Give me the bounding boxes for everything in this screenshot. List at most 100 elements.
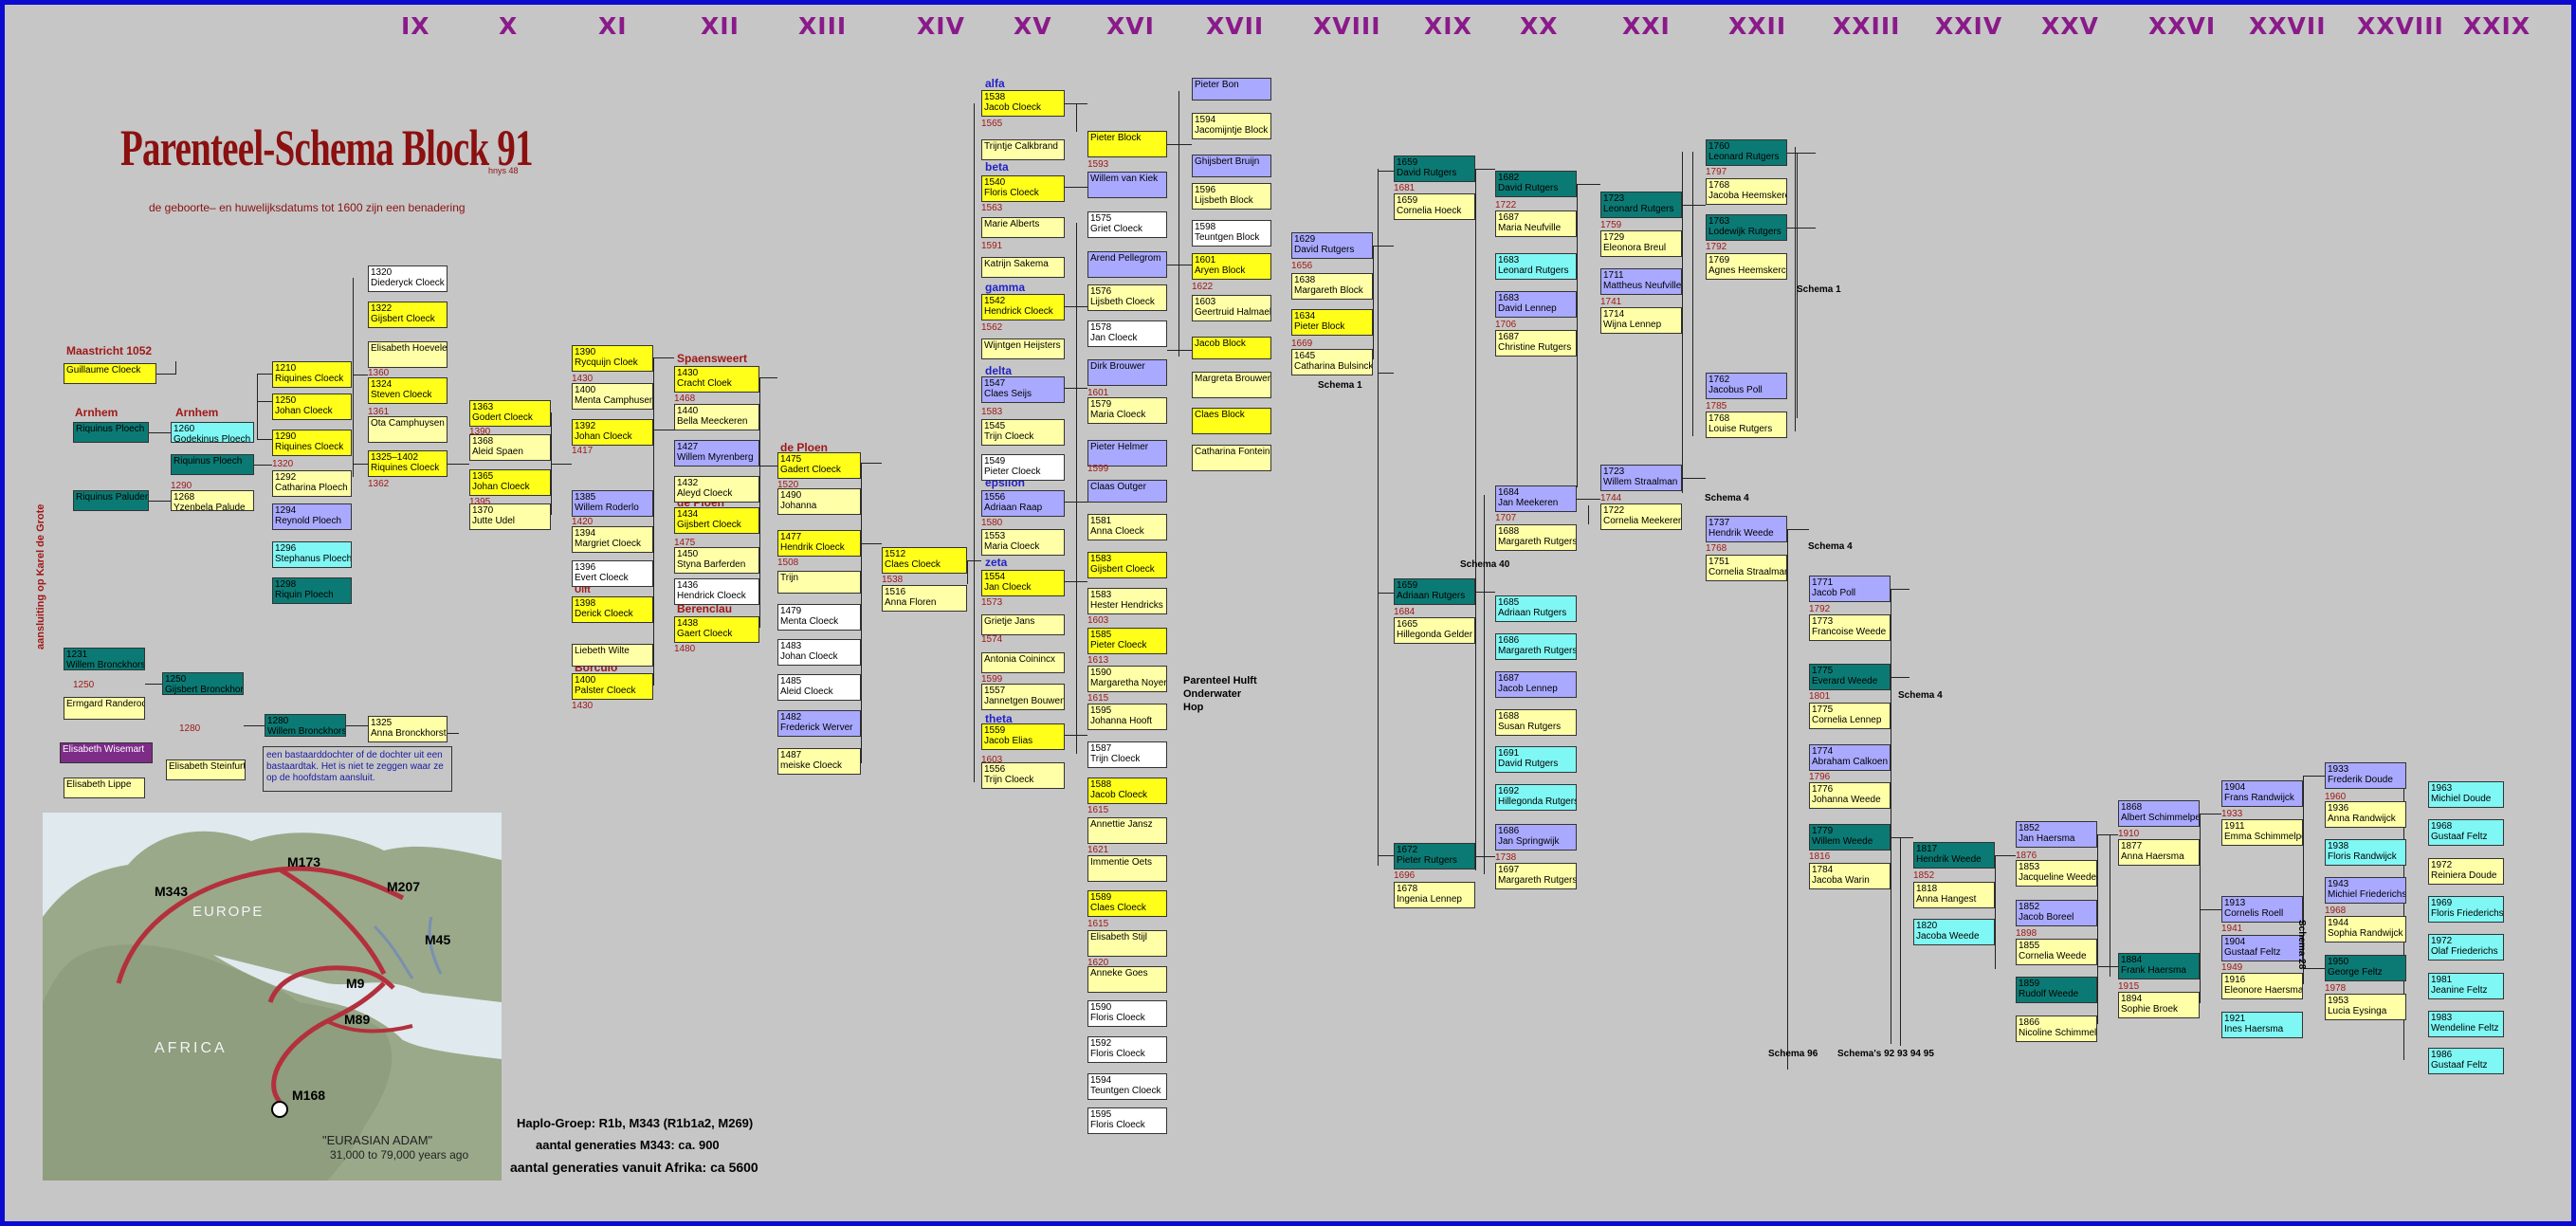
person-name: Leonard Rutgers bbox=[1498, 265, 1569, 276]
person-name: Styna Barferden bbox=[677, 559, 746, 570]
marriage-year: 1563 bbox=[981, 203, 1003, 213]
person-birth-year: 1398 bbox=[575, 598, 596, 609]
person-name: Pieter Helmer bbox=[1090, 442, 1149, 452]
person-birth-year: 1968 bbox=[2431, 821, 2453, 832]
person-birth-year: 1638 bbox=[1294, 275, 1316, 285]
person-birth-year: 1598 bbox=[1195, 222, 1216, 232]
person-birth-year: 1516 bbox=[885, 587, 906, 597]
person-box: 1645 Catharina Bulsinck bbox=[1291, 349, 1373, 375]
person-box: Ota Camphuysen bbox=[368, 416, 448, 443]
person-name: Jacob Elias bbox=[984, 736, 1033, 746]
person-birth-year: 1583 bbox=[1090, 590, 1112, 600]
person-birth-year: 1363 bbox=[472, 402, 494, 412]
marriage-year: 1696 bbox=[1394, 870, 1416, 881]
person-name: Elisabeth Wisemart bbox=[63, 744, 145, 755]
person-name: Jan Haersma bbox=[2019, 833, 2075, 844]
person-birth-year: 1768 bbox=[1708, 413, 1730, 424]
person-birth-year: 1685 bbox=[1498, 597, 1520, 608]
connector-line bbox=[1787, 228, 1816, 229]
person-box: Elisabeth Lippe bbox=[64, 778, 145, 798]
marriage-year: 1599 bbox=[1087, 464, 1109, 474]
person-box: 1549 Pieter Cloeck bbox=[981, 454, 1065, 481]
person-birth-year: 1859 bbox=[2019, 979, 2040, 989]
person-birth-year: 1943 bbox=[2328, 879, 2349, 889]
person-box: 1430 Cracht Cloek bbox=[674, 366, 759, 393]
generation-header: XX bbox=[1520, 12, 1559, 40]
connector-line bbox=[1577, 499, 1600, 500]
person-birth-year: 1576 bbox=[1090, 286, 1112, 297]
person-box: 1325 Anna Bronckhorst bbox=[368, 716, 448, 742]
person-name: Catharina Fontein bbox=[1195, 447, 1270, 457]
connector-line bbox=[254, 465, 272, 466]
person-box: 1711 Mattheus Neufville bbox=[1600, 268, 1682, 295]
person-box: 1325–1402 Riquines Cloeck bbox=[368, 450, 448, 477]
generation-header: XXI bbox=[1622, 12, 1671, 40]
person-name: Sophia Randwijck bbox=[2328, 928, 2403, 939]
schema-4-label-c: Schema 4 bbox=[1898, 690, 1943, 701]
person-name: Adriaan Rutgers bbox=[1397, 591, 1466, 601]
person-name: David Rutgers bbox=[1294, 245, 1355, 255]
person-box: 1438 Gaert Cloeck bbox=[674, 616, 759, 643]
person-box: 1913 Cornelis Roell bbox=[2221, 896, 2303, 923]
person-name: Jacob Boreel bbox=[2019, 912, 2074, 923]
person-name: Jacoba Heemskerck bbox=[1708, 191, 1787, 201]
person-box: 1260 Godekinus Ploech bbox=[171, 422, 254, 443]
connector-line bbox=[2097, 834, 2118, 835]
marriage-year: 1968 bbox=[2325, 906, 2347, 916]
person-name: Floris Friederichs bbox=[2431, 908, 2504, 919]
person-name: Jutte Udel bbox=[472, 516, 516, 526]
marriage-year: 1430 bbox=[572, 701, 594, 711]
person-name: Margareth Rutgers bbox=[1498, 537, 1577, 547]
person-birth-year: 1818 bbox=[1916, 884, 1938, 894]
person-name: meiske Cloeck bbox=[780, 760, 843, 771]
generation-header: X bbox=[499, 12, 519, 40]
person-name: Abraham Calkoen bbox=[1812, 757, 1889, 767]
migration-map-graphic bbox=[43, 813, 502, 1180]
generation-header: XIV bbox=[917, 12, 965, 40]
person-birth-year: 1324 bbox=[371, 379, 393, 390]
marriage-year: 1390 bbox=[469, 427, 491, 437]
person-birth-year: 1711 bbox=[1603, 270, 1624, 281]
person-box: 1516 Anna Floren bbox=[882, 585, 967, 612]
person-box: 1629 David Rutgers bbox=[1291, 232, 1373, 259]
connector-line bbox=[1378, 373, 1394, 374]
connector-line bbox=[353, 464, 368, 465]
person-box: 1859 Rudolf Weede bbox=[2016, 977, 2097, 1003]
person-box: Dirk Brouwer bbox=[1087, 359, 1167, 386]
person-box: 1784 Jacoba Warin bbox=[1809, 863, 1891, 889]
person-box: 1385 Willem Roderlo bbox=[572, 490, 653, 517]
person-name: Francoise Weede bbox=[1812, 627, 1887, 637]
person-name: Pieter Cloeck bbox=[984, 467, 1041, 477]
person-name: Jacomijntje Block bbox=[1195, 125, 1269, 136]
person-box: 1370 Jutte Udel bbox=[469, 503, 551, 530]
connector-line bbox=[861, 463, 862, 763]
marriage-year: 1801 bbox=[1809, 691, 1831, 702]
marriage-year: 1538 bbox=[882, 575, 904, 585]
marriage-year: 1852 bbox=[1913, 870, 1935, 881]
person-birth-year: 1542 bbox=[984, 296, 1006, 306]
person-box: 1547 Claes Seijs bbox=[981, 376, 1065, 403]
person-name: Menta Cloeck bbox=[780, 616, 839, 627]
connector-line bbox=[1787, 529, 1809, 530]
person-birth-year: 1933 bbox=[2328, 764, 2349, 775]
person-birth-year: 1904 bbox=[2224, 937, 2246, 947]
person-box: 1723 Leonard Rutgers bbox=[1600, 192, 1682, 218]
person-name: Godert Cloeck bbox=[472, 412, 533, 423]
person-box: 1250 Gijsbert Bronckhorst bbox=[162, 672, 244, 695]
person-name: Riquines Cloeck bbox=[371, 463, 440, 473]
person-birth-year: 1394 bbox=[575, 528, 596, 539]
person-birth-year: 1603 bbox=[1195, 297, 1216, 307]
person-box: 1475 Gadert Cloeck bbox=[777, 452, 861, 479]
haplo-line-3: aantal generaties vanuit Afrika: ca 5600 bbox=[510, 1160, 758, 1175]
person-box: 1775 Everard Weede bbox=[1809, 664, 1891, 690]
connector-line bbox=[1891, 589, 1909, 590]
person-birth-year: 1751 bbox=[1708, 557, 1730, 567]
person-name: Maria Cloeck bbox=[984, 541, 1040, 552]
marriage-year: 1583 bbox=[981, 407, 1003, 417]
diagram-canvas: IX X XI XII XIII XIV XV XVI XVII XVIII XIX XX XXI XXI… bbox=[5, 5, 2571, 1221]
person-name: Elisabeth Steinfurt bbox=[169, 761, 246, 772]
person-box: 1963 Michiel Doude bbox=[2428, 781, 2504, 808]
generation-header: XXVII bbox=[2249, 12, 2327, 40]
person-box: Margreta Brouwers bbox=[1192, 372, 1271, 398]
marriage-year: 1562 bbox=[981, 322, 1003, 333]
